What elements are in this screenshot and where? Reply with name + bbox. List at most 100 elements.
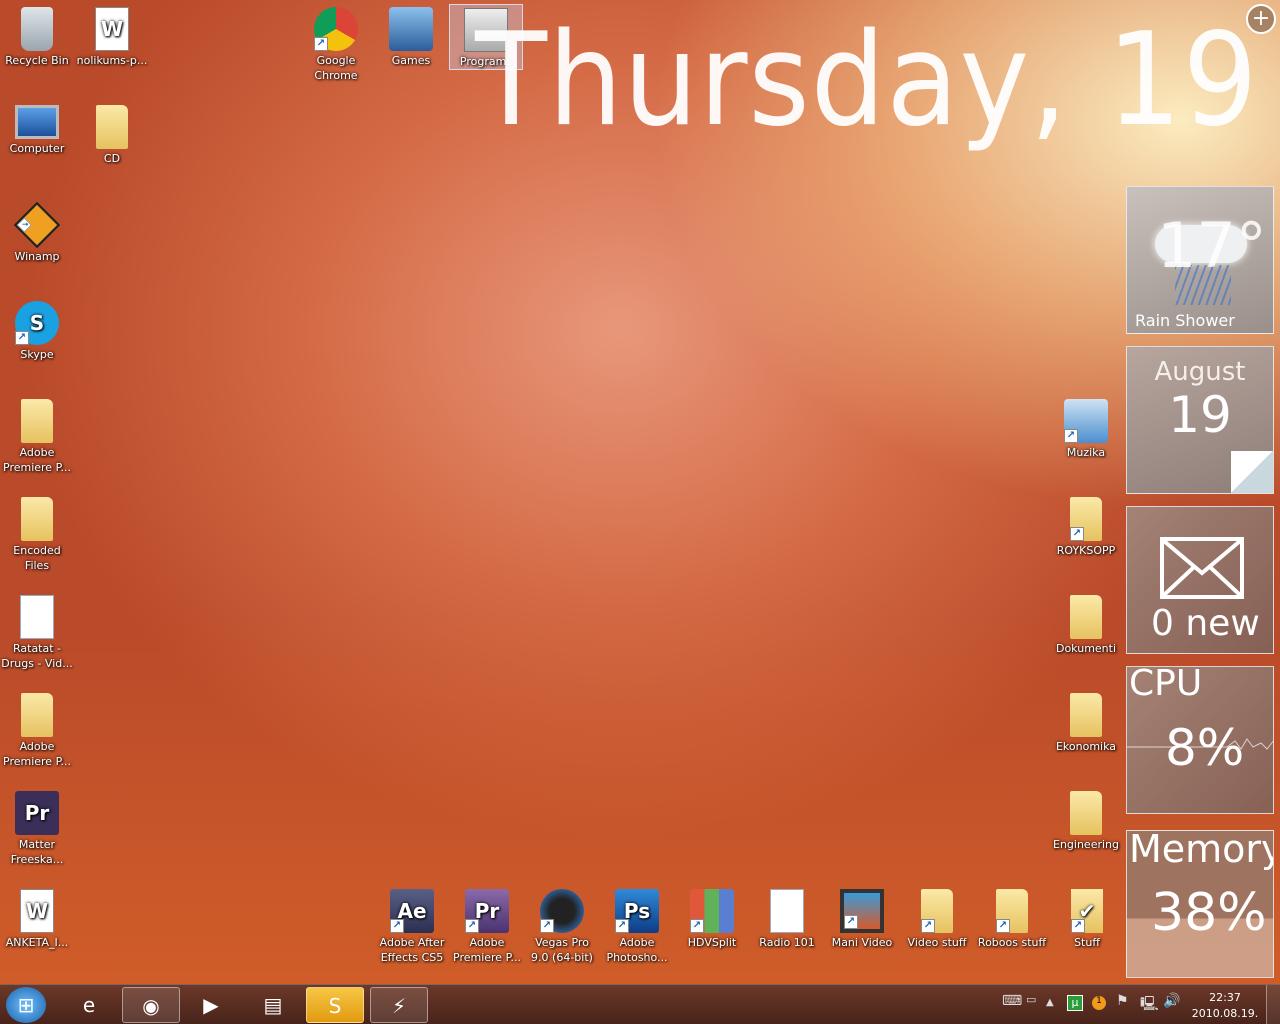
desktop-icon-label: Dokumenti — [1055, 642, 1117, 655]
desktop-icon[interactable]: CD — [75, 102, 149, 166]
desktop-icon-label: CD — [103, 152, 121, 165]
desktop-icon-label: Adobe Photosho... — [606, 936, 668, 964]
desktop-icon-label: Vegas Pro 9.0 (64-bit) — [531, 936, 593, 964]
folder-icon — [1070, 791, 1102, 835]
folder-icon: ↗ — [921, 889, 953, 933]
word-document-icon: W — [95, 7, 129, 51]
shortcut-arrow-icon: ↗ — [615, 919, 629, 933]
memory-value: 38% — [1151, 883, 1267, 943]
desktop-icon[interactable]: ↗ Roboos stuff — [975, 886, 1049, 950]
desktop-icon[interactable]: Computer — [0, 102, 74, 156]
chrome-icon: ↗ — [314, 7, 358, 51]
desktop-icon[interactable]: ↗ HDVSplit — [675, 886, 749, 950]
skype-status-icon[interactable]: 1 — [1092, 996, 1106, 1010]
desktop-icon[interactable]: Adobe Premiere P... — [0, 396, 74, 475]
shortcut-arrow-icon: ↗ — [996, 919, 1010, 933]
shortcut-arrow-icon: ↗ — [540, 919, 554, 933]
desktop-icon[interactable]: Recycle Bin — [0, 4, 74, 68]
desktop-icon[interactable]: ↗ Winamp — [0, 200, 74, 264]
desktop-icon[interactable]: ↗ Video stuff — [900, 886, 974, 950]
desktop-icon[interactable]: ✔ ↗ Stuff — [1050, 886, 1124, 950]
folder-icon: ↗ — [1070, 497, 1102, 541]
desktop-icon-label: Stuff — [1074, 936, 1100, 949]
calendar-day: 19 — [1168, 386, 1232, 444]
taskbar-start-button[interactable]: ⊞ — [6, 987, 46, 1023]
desktop-icon[interactable]: Wnolikums-p... — [75, 4, 149, 68]
desktop-icon-label: Games — [391, 54, 431, 67]
taskbar-winamp[interactable]: ⚡ — [370, 987, 428, 1023]
taskbar-internet-explorer[interactable]: e — [60, 987, 118, 1023]
photoshop-icon: Ps ↗ — [615, 889, 659, 933]
add-gadget-button[interactable]: + — [1246, 4, 1276, 34]
mail-gadget[interactable]: 0 new — [1126, 506, 1274, 654]
weather-condition: Rain Shower — [1135, 311, 1235, 330]
winamp-file-icon — [770, 889, 804, 933]
taskbar-google-chrome[interactable]: ◉ — [122, 987, 180, 1023]
desktop-icon-label: ANKETA_I... — [5, 936, 69, 949]
tray-clock[interactable]: 22:37 2010.08.19. — [1190, 990, 1260, 1022]
action-center-flag-icon[interactable]: ⚑ — [1116, 993, 1129, 1009]
desktop-icon[interactable]: Games — [374, 4, 448, 68]
folder-icon — [1070, 693, 1102, 737]
desktop-icon[interactable]: ↗ Vegas Pro 9.0 (64-bit) — [525, 886, 599, 965]
desktop-icon[interactable]: W ANKETA_I... — [0, 886, 74, 950]
vegas-icon: ↗ — [540, 889, 584, 933]
language-bar-icon[interactable]: ▭ — [1026, 993, 1036, 1006]
weather-temperature: 17° — [1157, 209, 1267, 282]
after-effects-icon: Ae ↗ — [390, 889, 434, 933]
desktop-icon-label: Skype — [20, 348, 54, 361]
desktop-icon[interactable]: Adobe Premiere P... — [0, 690, 74, 769]
folder-icon — [96, 105, 128, 149]
calendar-gadget[interactable]: August 19 — [1126, 346, 1274, 494]
desktop-icon[interactable]: Dokumenti — [1049, 592, 1123, 656]
desktop-icon[interactable]: Pr ↗ Adobe Premiere P... — [450, 886, 524, 965]
desktop-icon[interactable]: ↗ Muzika — [1049, 396, 1123, 460]
desktop-icon[interactable]: Ae ↗ Adobe After Effects CS5 — [375, 886, 449, 965]
word-document-icon: W — [20, 889, 54, 933]
clock-time: 22:37 — [1209, 991, 1241, 1004]
desktop-icon-label: Mani Video — [831, 936, 893, 949]
skype-icon: S ↗ — [15, 301, 59, 345]
clock-date: 2010.08.19. — [1191, 1007, 1259, 1020]
desktop-icon-label: Adobe Premiere P... — [3, 446, 71, 474]
desktop-icon-label: Engineering — [1053, 838, 1119, 851]
desktop-icon[interactable]: Encoded Files — [0, 494, 74, 573]
utorrent-icon[interactable]: µ — [1067, 995, 1083, 1011]
taskbar-skype[interactable]: S — [306, 987, 364, 1023]
shortcut-arrow-icon: ↗ — [465, 919, 479, 933]
shortcut-arrow-icon: ↗ — [390, 919, 404, 933]
memory-label: Memory — [1129, 830, 1274, 871]
music-folder-icon: ↗ — [1064, 399, 1108, 443]
taskbar-windows-explorer[interactable]: ▤ — [244, 987, 302, 1023]
desktop-icon[interactable]: ↗ ROYKSOPP — [1049, 494, 1123, 558]
show-hidden-icons-button[interactable]: ▲ — [1046, 997, 1054, 1008]
desktop-icon[interactable]: S ↗ Skype — [0, 298, 74, 362]
desktop-icon-label: Radio 101 — [759, 936, 815, 949]
memory-gadget[interactable]: Memory 38% — [1126, 830, 1274, 978]
desktop-icon[interactable]: Ekonomika — [1049, 690, 1123, 754]
desktop-icon-label: HDVSplit — [687, 936, 737, 949]
desktop-icon-label: Roboos stuff — [977, 936, 1047, 949]
network-icon[interactable]: 🖳 — [1140, 993, 1159, 1017]
desktop-icon[interactable]: Ps ↗ Adobe Photosho... — [600, 886, 674, 965]
keyboard-icon[interactable]: ⌨ — [1002, 993, 1022, 1009]
weather-gadget[interactable]: 17° Rain Shower — [1126, 186, 1274, 334]
desktop-icon[interactable]: ↗ Mani Video — [825, 886, 899, 950]
folder-icon — [21, 497, 53, 541]
shortcut-arrow-icon: ↗ — [15, 331, 29, 345]
games-icon — [389, 7, 433, 51]
taskbar-media-player[interactable]: ▶ — [182, 987, 240, 1023]
volume-icon[interactable]: 🔊 — [1163, 993, 1180, 1009]
show-desktop-button[interactable] — [1266, 985, 1280, 1024]
desktop-icon-label: Adobe After Effects CS5 — [379, 936, 445, 964]
desktop-icon[interactable]: ↗ Google Chrome — [299, 4, 373, 83]
desktop-icon-label: Computer — [9, 142, 65, 155]
shortcut-arrow-icon: ↗ — [16, 217, 32, 233]
desktop-icon[interactable]: Engineering — [1049, 788, 1123, 852]
desktop-icon[interactable]: Ratatat - Drugs - Vid... — [0, 592, 74, 671]
desktop-icon[interactable]: Pr Matter Freeska... — [0, 788, 74, 867]
desktop-icon-label: Adobe Premiere P... — [3, 740, 71, 768]
cpu-gadget[interactable]: CPU 8% — [1126, 666, 1274, 814]
desktop-icon[interactable]: Radio 101 — [750, 886, 824, 950]
desktop-icon-label: Recycle Bin — [5, 54, 69, 67]
